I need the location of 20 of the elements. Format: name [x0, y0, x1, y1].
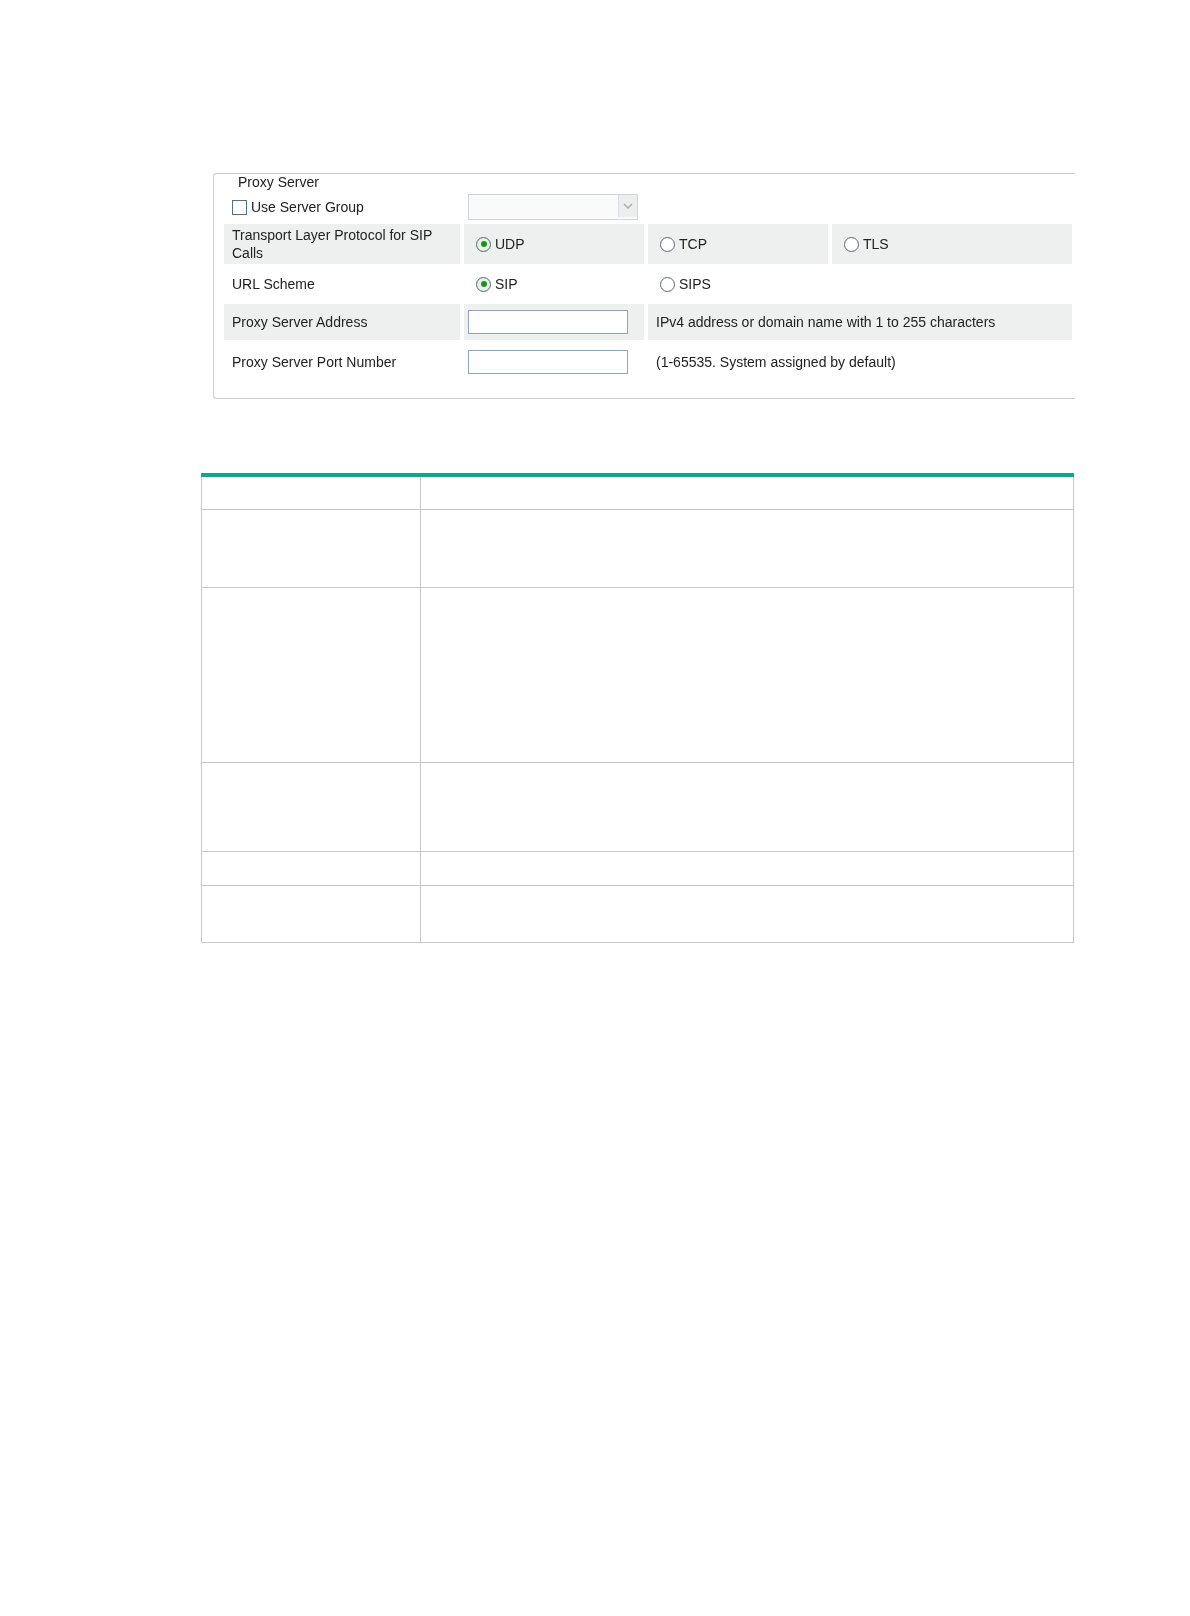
field-label: Proxy Server Address [232, 313, 368, 331]
field-hint: IPv4 address or domain name with 1 to 255 characters [656, 313, 996, 331]
field-label: Proxy Server Port Number [232, 353, 397, 371]
option-label: TLS [863, 236, 889, 252]
field-hint: (1-65535. System assigned by default) [656, 353, 896, 371]
caret-icon [618, 195, 637, 217]
option-label: UDP [495, 236, 525, 252]
option-label: SIPS [679, 276, 711, 292]
input-field[interactable] [468, 350, 628, 374]
field-label: Transport Layer Protocol for SIP Calls [232, 226, 433, 262]
radio-button[interactable] [660, 276, 675, 292]
option-label: TCP [679, 236, 707, 252]
field-label: URL Scheme [232, 275, 315, 293]
radio-button[interactable] [844, 236, 859, 252]
use-server-group-checkbox[interactable]: Use Server Group [232, 199, 364, 215]
input-field[interactable] [468, 310, 628, 334]
radio-button[interactable] [476, 236, 491, 252]
radio-button[interactable] [476, 276, 491, 292]
option-label: SIP [495, 276, 518, 292]
radio-button[interactable] [660, 236, 675, 252]
